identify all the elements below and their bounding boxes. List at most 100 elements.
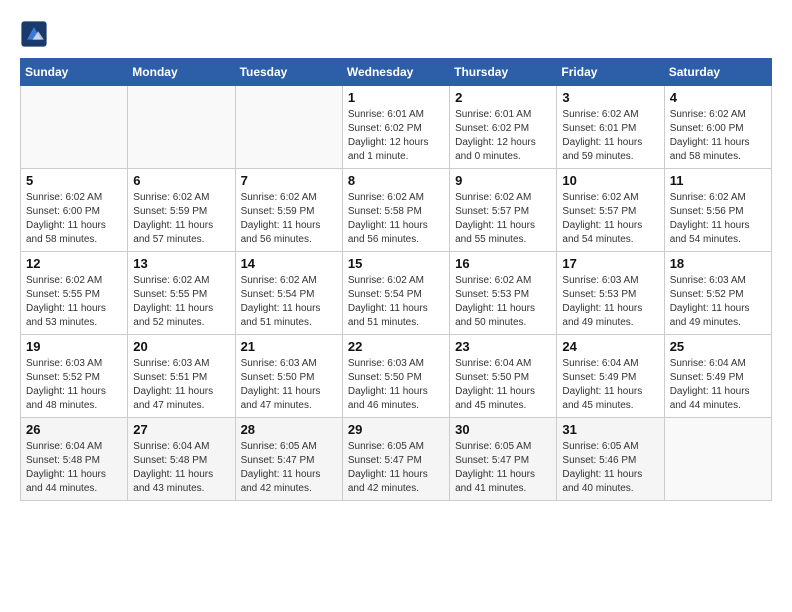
day-info: Sunrise: 6:03 AM Sunset: 5:52 PM Dayligh…: [26, 357, 122, 413]
day-number: 17: [562, 256, 658, 271]
calendar-cell: 17 Sunrise: 6:03 AM Sunset: 5:53 PM Dayli…: [557, 252, 664, 335]
day-info: Sunrise: 6:01 AM Sunset: 6:02 PM Dayligh…: [455, 108, 551, 164]
calendar-cell: 24 Sunrise: 6:04 AM Sunset: 5:49 PM Dayli…: [557, 335, 664, 418]
day-number: 6: [133, 173, 229, 188]
day-number: 7: [241, 173, 337, 188]
day-header-friday: Friday: [557, 59, 664, 86]
day-number: 5: [26, 173, 122, 188]
day-number: 26: [26, 422, 122, 437]
day-info: Sunrise: 6:03 AM Sunset: 5:51 PM Dayligh…: [133, 357, 229, 413]
calendar-cell: 28 Sunrise: 6:05 AM Sunset: 5:47 PM Dayli…: [235, 418, 342, 501]
calendar-cell: 27Sunrise: 6:04 AM Sunset: 5:48 PM Dayli…: [128, 418, 235, 501]
day-info: Sunrise: 6:02 AM Sunset: 5:57 PM Dayligh…: [562, 191, 658, 247]
day-info: Sunrise: 6:02 AM Sunset: 5:57 PM Dayligh…: [455, 191, 551, 247]
calendar-cell: [664, 418, 771, 501]
day-number: 25: [670, 339, 766, 354]
day-number: 30: [455, 422, 551, 437]
calendar-cell: 1Sunrise: 6:01 AM Sunset: 6:02 PM Daylig…: [342, 86, 449, 169]
day-header-saturday: Saturday: [664, 59, 771, 86]
day-number: 24: [562, 339, 658, 354]
calendar-cell: 14Sunrise: 6:02 AM Sunset: 5:54 PM Dayli…: [235, 252, 342, 335]
calendar-cell: 9 Sunrise: 6:02 AM Sunset: 5:57 PM Daylig…: [450, 169, 557, 252]
day-info: Sunrise: 6:02 AM Sunset: 5:59 PM Dayligh…: [133, 191, 229, 247]
day-info: Sunrise: 6:02 AM Sunset: 5:53 PM Dayligh…: [455, 274, 551, 330]
day-info: Sunrise: 6:03 AM Sunset: 5:50 PM Dayligh…: [241, 357, 337, 413]
day-info: Sunrise: 6:03 AM Sunset: 5:50 PM Dayligh…: [348, 357, 444, 413]
calendar-cell: 22 Sunrise: 6:03 AM Sunset: 5:50 PM Dayli…: [342, 335, 449, 418]
day-info: Sunrise: 6:03 AM Sunset: 5:53 PM Dayligh…: [562, 274, 658, 330]
day-number: 20: [133, 339, 229, 354]
calendar-cell: 20 Sunrise: 6:03 AM Sunset: 5:51 PM Dayli…: [128, 335, 235, 418]
week-row-1: 1Sunrise: 6:01 AM Sunset: 6:02 PM Daylig…: [21, 86, 772, 169]
day-header-monday: Monday: [128, 59, 235, 86]
day-info: Sunrise: 6:01 AM Sunset: 6:02 PM Dayligh…: [348, 108, 444, 164]
day-info: Sunrise: 6:04 AM Sunset: 5:48 PM Dayligh…: [26, 440, 122, 496]
day-number: 10: [562, 173, 658, 188]
day-number: 8: [348, 173, 444, 188]
day-info: Sunrise: 6:02 AM Sunset: 6:00 PM Dayligh…: [670, 108, 766, 164]
calendar-cell: 10 Sunrise: 6:02 AM Sunset: 5:57 PM Dayli…: [557, 169, 664, 252]
day-info: Sunrise: 6:02 AM Sunset: 5:58 PM Dayligh…: [348, 191, 444, 247]
logo: [20, 20, 52, 48]
day-number: 16: [455, 256, 551, 271]
calendar-cell: 25 Sunrise: 6:04 AM Sunset: 5:49 PM Dayli…: [664, 335, 771, 418]
calendar-cell: [128, 86, 235, 169]
calendar-cell: [235, 86, 342, 169]
calendar-header-row: SundayMondayTuesdayWednesdayThursdayFrid…: [21, 59, 772, 86]
week-row-2: 5 Sunrise: 6:02 AM Sunset: 6:00 PM Daylig…: [21, 169, 772, 252]
calendar-cell: 29 Sunrise: 6:05 AM Sunset: 5:47 PM Dayli…: [342, 418, 449, 501]
day-number: 4: [670, 90, 766, 105]
calendar-cell: 2 Sunrise: 6:01 AM Sunset: 6:02 PM Daylig…: [450, 86, 557, 169]
day-info: Sunrise: 6:02 AM Sunset: 5:56 PM Dayligh…: [670, 191, 766, 247]
day-number: 28: [241, 422, 337, 437]
calendar-cell: 19 Sunrise: 6:03 AM Sunset: 5:52 PM Dayli…: [21, 335, 128, 418]
week-row-4: 19 Sunrise: 6:03 AM Sunset: 5:52 PM Dayli…: [21, 335, 772, 418]
calendar-cell: [21, 86, 128, 169]
day-info: Sunrise: 6:02 AM Sunset: 5:55 PM Dayligh…: [133, 274, 229, 330]
calendar-cell: 15 Sunrise: 6:02 AM Sunset: 5:54 PM Dayli…: [342, 252, 449, 335]
day-number: 11: [670, 173, 766, 188]
calendar-cell: 3 Sunrise: 6:02 AM Sunset: 6:01 PM Daylig…: [557, 86, 664, 169]
day-info: Sunrise: 6:05 AM Sunset: 5:46 PM Dayligh…: [562, 440, 658, 496]
day-info: Sunrise: 6:02 AM Sunset: 6:00 PM Dayligh…: [26, 191, 122, 247]
calendar-cell: 8 Sunrise: 6:02 AM Sunset: 5:58 PM Daylig…: [342, 169, 449, 252]
day-info: Sunrise: 6:04 AM Sunset: 5:49 PM Dayligh…: [670, 357, 766, 413]
day-number: 15: [348, 256, 444, 271]
day-info: Sunrise: 6:03 AM Sunset: 5:52 PM Dayligh…: [670, 274, 766, 330]
calendar-cell: 4 Sunrise: 6:02 AM Sunset: 6:00 PM Daylig…: [664, 86, 771, 169]
day-number: 9: [455, 173, 551, 188]
header: [20, 20, 772, 48]
calendar: SundayMondayTuesdayWednesdayThursdayFrid…: [20, 58, 772, 501]
calendar-cell: 16 Sunrise: 6:02 AM Sunset: 5:53 PM Dayli…: [450, 252, 557, 335]
day-number: 21: [241, 339, 337, 354]
calendar-cell: 13Sunrise: 6:02 AM Sunset: 5:55 PM Dayli…: [128, 252, 235, 335]
day-info: Sunrise: 6:02 AM Sunset: 6:01 PM Dayligh…: [562, 108, 658, 164]
day-info: Sunrise: 6:02 AM Sunset: 5:54 PM Dayligh…: [348, 274, 444, 330]
calendar-cell: 18Sunrise: 6:03 AM Sunset: 5:52 PM Dayli…: [664, 252, 771, 335]
calendar-cell: 31 Sunrise: 6:05 AM Sunset: 5:46 PM Dayli…: [557, 418, 664, 501]
day-number: 12: [26, 256, 122, 271]
week-row-5: 26 Sunrise: 6:04 AM Sunset: 5:48 PM Dayli…: [21, 418, 772, 501]
calendar-cell: 26 Sunrise: 6:04 AM Sunset: 5:48 PM Dayli…: [21, 418, 128, 501]
day-number: 3: [562, 90, 658, 105]
day-info: Sunrise: 6:02 AM Sunset: 5:54 PM Dayligh…: [241, 274, 337, 330]
calendar-cell: 5 Sunrise: 6:02 AM Sunset: 6:00 PM Daylig…: [21, 169, 128, 252]
week-row-3: 12 Sunrise: 6:02 AM Sunset: 5:55 PM Dayli…: [21, 252, 772, 335]
calendar-cell: 7Sunrise: 6:02 AM Sunset: 5:59 PM Daylig…: [235, 169, 342, 252]
calendar-cell: 21 Sunrise: 6:03 AM Sunset: 5:50 PM Dayli…: [235, 335, 342, 418]
day-number: 29: [348, 422, 444, 437]
day-info: Sunrise: 6:04 AM Sunset: 5:49 PM Dayligh…: [562, 357, 658, 413]
day-number: 31: [562, 422, 658, 437]
day-header-thursday: Thursday: [450, 59, 557, 86]
day-info: Sunrise: 6:04 AM Sunset: 5:50 PM Dayligh…: [455, 357, 551, 413]
day-number: 23: [455, 339, 551, 354]
day-header-wednesday: Wednesday: [342, 59, 449, 86]
day-header-tuesday: Tuesday: [235, 59, 342, 86]
day-info: Sunrise: 6:05 AM Sunset: 5:47 PM Dayligh…: [241, 440, 337, 496]
day-number: 2: [455, 90, 551, 105]
day-number: 22: [348, 339, 444, 354]
day-info: Sunrise: 6:05 AM Sunset: 5:47 PM Dayligh…: [348, 440, 444, 496]
calendar-cell: 23 Sunrise: 6:04 AM Sunset: 5:50 PM Dayli…: [450, 335, 557, 418]
calendar-cell: 12Sunrise: 6:02 AM Sunset: 5:55 PM Dayli…: [21, 252, 128, 335]
day-number: 19: [26, 339, 122, 354]
